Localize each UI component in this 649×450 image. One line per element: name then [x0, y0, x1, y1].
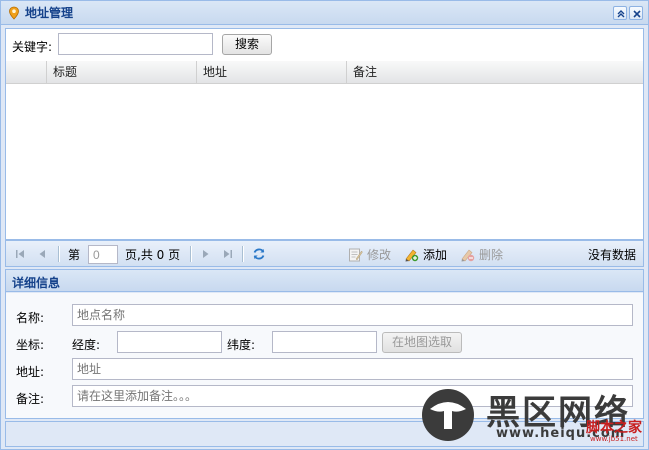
- toolbar-separator: [190, 246, 192, 262]
- address-input[interactable]: [72, 358, 633, 380]
- delete-button[interactable]: 删除: [460, 246, 503, 264]
- toolbar-separator: [58, 246, 60, 262]
- toolbar-separator: [242, 246, 244, 262]
- first-page-icon[interactable]: [14, 248, 26, 260]
- address-label: 地址:: [16, 365, 45, 379]
- edit-label: 修改: [367, 248, 392, 262]
- name-input[interactable]: [72, 304, 633, 326]
- detail-title: 详细信息: [12, 276, 61, 290]
- page-prefix: 第: [68, 248, 81, 262]
- detail-header[interactable]: 详细信息: [6, 270, 643, 292]
- coord-label: 坐标:: [16, 338, 45, 352]
- edit-button[interactable]: 修改: [348, 246, 391, 264]
- page-number-input[interactable]: [88, 245, 118, 264]
- longitude-input[interactable]: [117, 331, 222, 353]
- prev-page-icon[interactable]: [36, 248, 48, 260]
- address-grid: 标题 地址 备注: [5, 60, 644, 240]
- add-button[interactable]: 添加: [404, 246, 447, 264]
- add-icon: [405, 249, 419, 262]
- delete-icon: [461, 249, 475, 262]
- last-page-icon[interactable]: [222, 248, 234, 260]
- close-icon: [633, 10, 641, 18]
- keyword-label: 关键字:: [12, 40, 53, 54]
- window-titlebar[interactable]: 地址管理: [1, 1, 648, 25]
- double-chevron-up-icon: [617, 10, 625, 18]
- latitude-input[interactable]: [272, 331, 377, 353]
- keyword-input[interactable]: [58, 33, 213, 55]
- pick-on-map-button[interactable]: 在地图选取: [382, 332, 462, 353]
- watermark-site: 脚本之家: [586, 420, 642, 436]
- grid-header: 标题 地址 备注: [6, 61, 643, 84]
- page-total-text: 页,共 0 页: [125, 248, 181, 262]
- watermark: 黑区网络 www.heiqu.com 脚本之家 www.jb51.net: [418, 383, 646, 447]
- search-button[interactable]: 搜索: [222, 34, 272, 55]
- longitude-label: 经度:: [72, 338, 101, 352]
- grid-column-title[interactable]: 标题: [46, 61, 196, 84]
- map-pin-icon: [7, 6, 21, 20]
- latitude-label: 纬度:: [227, 338, 256, 352]
- add-label: 添加: [423, 248, 448, 262]
- grid-column-address[interactable]: 地址: [196, 61, 346, 84]
- name-label: 名称:: [16, 311, 45, 325]
- paging-toolbar: 第 页,共 0 页 修改: [5, 240, 644, 267]
- grid-column-remark[interactable]: 备注: [346, 61, 643, 84]
- watermark-site-url: www.jb51.net: [590, 435, 638, 443]
- collapse-button[interactable]: [613, 6, 627, 20]
- search-toolbar: 关键字: 搜索: [5, 28, 644, 60]
- watermark-logo: [422, 389, 474, 441]
- grid-column-rownumber: [6, 61, 46, 84]
- remark-label: 备注:: [16, 392, 45, 406]
- paging-status-text: 没有数据: [588, 248, 637, 262]
- close-button[interactable]: [629, 6, 643, 20]
- refresh-icon[interactable]: [252, 247, 266, 261]
- edit-icon: [349, 248, 363, 262]
- delete-label: 删除: [479, 248, 504, 262]
- next-page-icon[interactable]: [200, 248, 212, 260]
- window-title: 地址管理: [25, 6, 74, 20]
